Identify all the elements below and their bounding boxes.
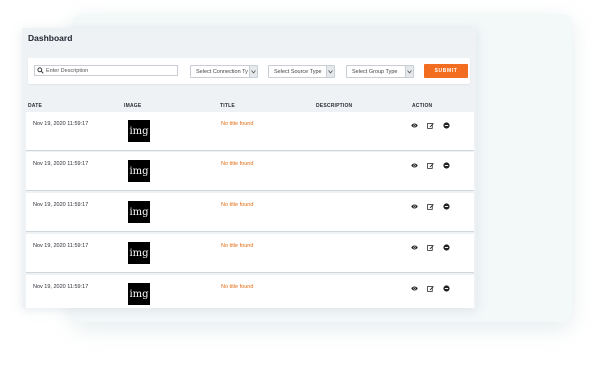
- group-type-select[interactable]: Select Group Type: [346, 65, 414, 78]
- column-header-action: ACTION: [412, 103, 433, 109]
- row-actions: [411, 203, 450, 210]
- delete-icon[interactable]: [443, 244, 450, 251]
- page-title: Dashboard: [28, 33, 73, 43]
- row-actions: [411, 285, 450, 292]
- dashboard-panel: Dashboard Select Connection Ty Select So…: [22, 28, 476, 308]
- eye-icon[interactable]: [411, 244, 418, 251]
- group-type-label: Select Group Type: [352, 68, 398, 75]
- row-actions: [411, 162, 450, 169]
- row-image: img: [128, 242, 150, 264]
- row-title: No title found: [221, 284, 254, 290]
- edit-icon[interactable]: [427, 122, 434, 129]
- connection-type-label: Select Connection Ty: [196, 68, 248, 75]
- source-type-select[interactable]: Select Source Type: [268, 65, 335, 78]
- row-image: img: [128, 201, 150, 223]
- row-title: No title found: [221, 202, 254, 208]
- filter-bar: Select Connection Ty Select Source Type …: [28, 58, 470, 84]
- table-row: Nov 19, 2020 11:59:17 img No title found: [26, 234, 474, 273]
- row-actions: [411, 244, 450, 251]
- delete-icon[interactable]: [443, 122, 450, 129]
- row-image: img: [128, 160, 150, 182]
- column-header-image: IMAGE: [124, 103, 142, 109]
- row-title: No title found: [221, 243, 254, 249]
- connection-type-select[interactable]: Select Connection Ty: [190, 65, 258, 78]
- edit-icon[interactable]: [427, 285, 434, 292]
- row-date: Nov 19, 2020 11:59:17: [33, 284, 89, 290]
- edit-icon[interactable]: [427, 203, 434, 210]
- search-icon: [37, 67, 44, 74]
- row-date: Nov 19, 2020 11:59:17: [33, 243, 89, 249]
- edit-icon[interactable]: [427, 244, 434, 251]
- search-input[interactable]: [44, 66, 174, 75]
- delete-icon[interactable]: [443, 285, 450, 292]
- eye-icon[interactable]: [411, 162, 418, 169]
- row-title: No title found: [221, 121, 254, 127]
- table-row: Nov 19, 2020 11:59:17 img No title found: [26, 275, 474, 308]
- chevron-down-icon: [326, 66, 334, 77]
- submit-button[interactable]: SUBMIT: [424, 64, 468, 78]
- row-actions: [411, 122, 450, 129]
- row-image: img: [128, 120, 150, 142]
- chevron-down-icon: [405, 66, 413, 77]
- eye-icon[interactable]: [411, 122, 418, 129]
- row-date: Nov 19, 2020 11:59:17: [33, 202, 89, 208]
- chevron-down-icon: [249, 66, 257, 77]
- table-row: Nov 19, 2020 11:59:17 img No title found: [26, 193, 474, 232]
- eye-icon[interactable]: [411, 203, 418, 210]
- column-header-date: DATE: [28, 103, 43, 109]
- delete-icon[interactable]: [443, 162, 450, 169]
- source-type-label: Select Source Type: [274, 68, 322, 75]
- row-date: Nov 19, 2020 11:59:17: [33, 161, 89, 167]
- eye-icon[interactable]: [411, 285, 418, 292]
- row-date: Nov 19, 2020 11:59:17: [33, 121, 89, 127]
- table-row: Nov 19, 2020 11:59:17 img No title found: [26, 112, 474, 151]
- column-header-description: DESCRIPTION: [316, 103, 353, 109]
- row-title: No title found: [221, 161, 254, 167]
- delete-icon[interactable]: [443, 203, 450, 210]
- row-image: img: [128, 283, 150, 305]
- edit-icon[interactable]: [427, 162, 434, 169]
- table-row: Nov 19, 2020 11:59:17 img No title found: [26, 152, 474, 191]
- search-field[interactable]: [34, 65, 178, 76]
- column-header-title: TITLE: [220, 103, 235, 109]
